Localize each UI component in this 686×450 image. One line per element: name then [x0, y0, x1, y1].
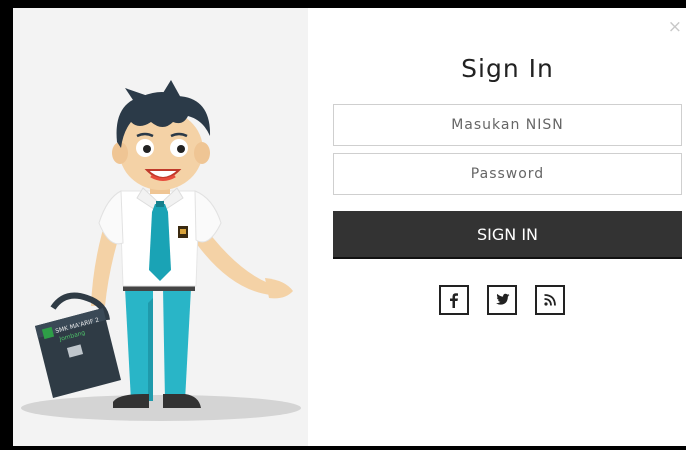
twitter-icon — [496, 293, 510, 305]
illustration-panel: SMK MA'ARIF 2 Jombang — [13, 8, 308, 446]
rss-icon — [544, 294, 556, 306]
facebook-button[interactable] — [439, 285, 469, 315]
signin-title: Sign In — [461, 54, 554, 83]
password-input[interactable] — [333, 153, 682, 195]
rss-button[interactable] — [535, 285, 565, 315]
student-illustration: SMK MA'ARIF 2 Jombang — [21, 80, 301, 421]
login-dialog: SMK MA'ARIF 2 Jombang × Sign In SIGN IN — [0, 0, 686, 450]
nisn-input[interactable] — [333, 104, 682, 146]
twitter-button[interactable] — [487, 285, 517, 315]
signin-button[interactable]: SIGN IN — [333, 211, 682, 259]
facebook-icon — [450, 293, 458, 308]
close-icon[interactable]: × — [668, 19, 682, 36]
